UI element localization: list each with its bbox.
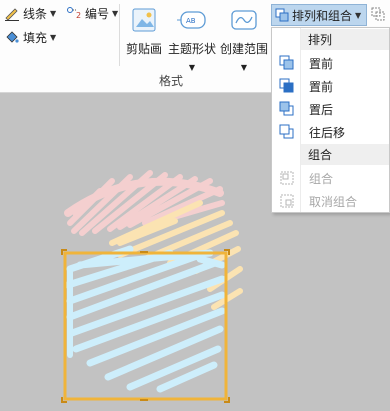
chevron-down-icon: ▼ xyxy=(355,10,362,20)
menu-item-group[interactable]: 组合 xyxy=(272,167,389,189)
fill-label: 填充 xyxy=(23,30,48,45)
arrange-group-label: 排列和组合 xyxy=(292,8,353,23)
menu-item-label: 置前 xyxy=(309,79,334,94)
send-backward-icon xyxy=(279,124,293,139)
ribbon-group-label: 格式 xyxy=(159,74,184,88)
clipart-label: 剪贴画 xyxy=(125,42,162,56)
create-range-label: 创建范围 xyxy=(219,42,268,56)
theme-shape-icon: AB xyxy=(177,11,206,29)
menu-item-label: 置前 xyxy=(309,56,334,71)
pen-line-icon xyxy=(5,8,19,21)
bring-to-front-icon xyxy=(279,55,293,70)
menu-item-label: 置后 xyxy=(309,102,334,117)
line-button[interactable]: 线条 ▼ xyxy=(4,3,56,23)
chevron-down-icon: ▼ xyxy=(50,32,57,42)
svg-text:AB: AB xyxy=(186,17,196,25)
chevron-down-icon: ▼ xyxy=(188,63,196,72)
fill-button[interactable]: 填充 ▼ xyxy=(4,27,56,47)
create-range-button[interactable]: 创建范围 ▼ xyxy=(219,6,269,72)
numbering-button[interactable]: 2 编号 ▼ xyxy=(66,3,118,23)
menu-item-bring-front[interactable]: 置前 xyxy=(272,52,389,74)
paint-bucket-icon xyxy=(6,31,19,43)
menu-item-label: 往后移 xyxy=(309,125,346,140)
arrange-icon xyxy=(275,8,289,22)
menu-item-send-backward[interactable]: 往后移 xyxy=(272,121,389,143)
send-to-back-icon xyxy=(279,101,293,116)
group-icon xyxy=(280,171,293,185)
align-icon[interactable] xyxy=(370,6,388,24)
arrange-dropdown-menu: 排列 置前 置前 置后 往后移 组合 组合 取消组合 xyxy=(271,27,390,213)
svg-text:2: 2 xyxy=(76,11,81,20)
create-range-icon xyxy=(231,10,257,30)
menu-section-group: 组合 xyxy=(301,144,389,165)
clipart-image-icon xyxy=(132,8,156,32)
ungroup-icon xyxy=(280,194,293,208)
menu-item-label: 组合 xyxy=(309,171,334,186)
numbering-icon: 2 xyxy=(67,7,81,20)
blue-scribble-shape xyxy=(64,245,226,393)
theme-shape-button[interactable]: AB 主题形状 ▼ xyxy=(168,6,216,72)
chevron-down-icon: ▼ xyxy=(112,8,119,18)
menu-item-ungroup[interactable]: 取消组合 xyxy=(272,190,389,212)
arrange-group-button[interactable]: 排列和组合 ▼ xyxy=(271,4,367,26)
menu-item-label: 取消组合 xyxy=(309,194,358,209)
menu-item-send-back[interactable]: 置后 xyxy=(272,98,389,120)
clipart-button[interactable]: 剪贴画 xyxy=(124,6,164,57)
chevron-down-icon: ▼ xyxy=(240,63,248,72)
chevron-down-icon: ▼ xyxy=(50,8,57,18)
numbering-label: 编号 xyxy=(85,6,110,21)
theme-shape-label: 主题形状 xyxy=(168,42,217,56)
bring-forward-icon xyxy=(279,78,293,93)
menu-item-bring-forward[interactable]: 置前 xyxy=(272,75,389,97)
line-label: 线条 xyxy=(23,6,48,21)
menu-section-arrange: 排列 xyxy=(301,29,389,50)
divider xyxy=(119,4,120,66)
